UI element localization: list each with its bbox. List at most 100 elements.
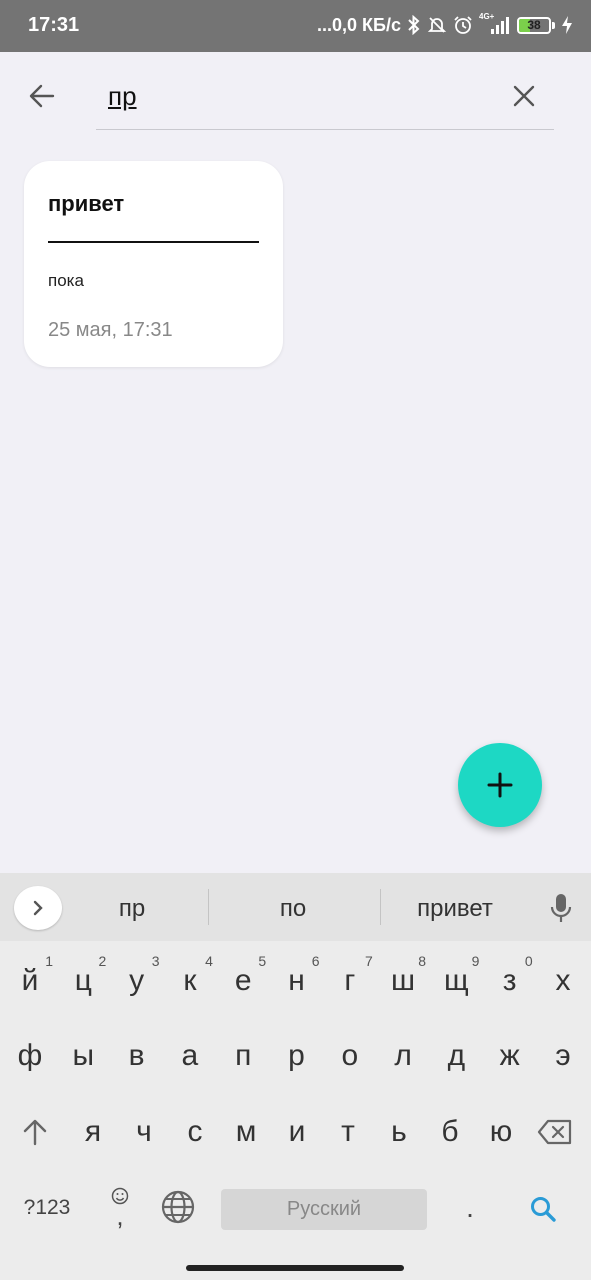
key-label: х bbox=[555, 964, 571, 997]
key-label: б bbox=[441, 1115, 459, 1148]
letter-key[interactable]: ф bbox=[5, 1024, 55, 1088]
search-input[interactable] bbox=[96, 74, 496, 118]
network-speed: ...0,0 КБ/с bbox=[317, 14, 401, 35]
letter-key[interactable]: щ9 bbox=[431, 949, 481, 1013]
key-label: о bbox=[341, 1039, 359, 1072]
letter-key[interactable]: г7 bbox=[325, 949, 375, 1013]
key-number-hint: 4 bbox=[205, 953, 213, 969]
letter-key[interactable]: о bbox=[325, 1024, 375, 1088]
status-time: 17:31 bbox=[28, 14, 80, 36]
note-divider bbox=[48, 241, 259, 243]
key-label: ц bbox=[74, 964, 92, 997]
shift-arrow-icon bbox=[23, 1119, 47, 1146]
period-key[interactable]: . bbox=[450, 1185, 490, 1231]
bell-off-icon bbox=[427, 14, 447, 36]
letter-key[interactable]: р bbox=[272, 1024, 322, 1088]
key-number-hint: 0 bbox=[524, 953, 533, 969]
arrow-left-icon bbox=[29, 84, 55, 108]
navigation-handle[interactable] bbox=[186, 1265, 404, 1271]
shift-key[interactable] bbox=[10, 1100, 60, 1164]
key-label: а bbox=[181, 1039, 199, 1072]
letter-key[interactable]: х bbox=[538, 949, 588, 1013]
backspace-icon bbox=[537, 1119, 572, 1145]
space-key[interactable]: Русский bbox=[221, 1189, 427, 1230]
symbols-key[interactable]: ?123 bbox=[14, 1186, 80, 1230]
status-bar: 17:31 ...0,0 КБ/с 4G+ 38 bbox=[0, 0, 591, 52]
add-note-button[interactable] bbox=[458, 743, 542, 827]
suggestion-1[interactable]: пр bbox=[92, 895, 172, 923]
suggestion-bar: пр по привет bbox=[0, 873, 591, 941]
key-label: з bbox=[502, 964, 517, 997]
globe-icon bbox=[161, 1190, 195, 1224]
chevron-right-icon bbox=[33, 900, 43, 916]
battery-icon: 38 bbox=[517, 16, 555, 34]
letter-key[interactable]: й1 bbox=[5, 949, 55, 1013]
letter-key[interactable]: к4 bbox=[165, 949, 215, 1013]
letter-key[interactable]: ш8 bbox=[378, 949, 428, 1013]
search-icon bbox=[531, 1197, 556, 1222]
backspace-key[interactable] bbox=[532, 1100, 578, 1164]
language-key[interactable] bbox=[158, 1187, 198, 1227]
letter-key[interactable]: а bbox=[165, 1024, 215, 1088]
key-number-hint: 3 bbox=[151, 953, 160, 969]
key-number-hint: 5 bbox=[258, 953, 267, 969]
letter-key[interactable]: д bbox=[431, 1024, 481, 1088]
emoji-comma-key[interactable]: , bbox=[98, 1181, 142, 1233]
letter-key[interactable]: и bbox=[272, 1100, 322, 1164]
back-button[interactable] bbox=[24, 78, 60, 114]
signal-label: 4G+ bbox=[479, 12, 495, 21]
letter-key[interactable]: ь bbox=[374, 1100, 424, 1164]
key-number-hint: 2 bbox=[98, 953, 107, 969]
comma-label: , bbox=[116, 1201, 124, 1231]
letter-key[interactable]: е5 bbox=[218, 949, 268, 1013]
key-label: в bbox=[128, 1039, 145, 1072]
letter-key[interactable]: с bbox=[170, 1100, 220, 1164]
letter-key[interactable]: ч bbox=[119, 1100, 169, 1164]
key-label: л bbox=[394, 1039, 412, 1072]
battery-level: 38 bbox=[527, 18, 541, 32]
plus-icon bbox=[487, 772, 513, 798]
letter-key[interactable]: э bbox=[538, 1024, 588, 1088]
key-label: с bbox=[187, 1115, 203, 1148]
letter-key[interactable]: л bbox=[378, 1024, 428, 1088]
letter-key[interactable]: в bbox=[112, 1024, 162, 1088]
key-label: м bbox=[235, 1115, 257, 1148]
letter-key[interactable]: ю bbox=[476, 1100, 526, 1164]
key-label: д bbox=[447, 1039, 466, 1072]
suggestion-separator bbox=[208, 889, 209, 925]
search-underline bbox=[96, 129, 554, 130]
letter-key[interactable]: т bbox=[323, 1100, 373, 1164]
letter-key[interactable]: з0 bbox=[485, 949, 535, 1013]
letter-key[interactable]: я bbox=[68, 1100, 118, 1164]
key-label: й bbox=[21, 964, 39, 997]
suggestion-3[interactable]: привет bbox=[395, 895, 515, 923]
key-label: р bbox=[288, 1039, 305, 1072]
key-label: н bbox=[288, 964, 305, 997]
note-title: привет bbox=[48, 191, 125, 216]
letter-key[interactable]: м bbox=[221, 1100, 271, 1164]
letter-key[interactable]: у3 bbox=[112, 949, 162, 1013]
key-number-hint: 7 bbox=[365, 953, 373, 969]
keyboard-expand-button[interactable] bbox=[14, 886, 62, 930]
key-label: у bbox=[129, 964, 145, 997]
letter-key[interactable]: ц2 bbox=[58, 949, 108, 1013]
key-label: г bbox=[344, 964, 356, 997]
key-label: и bbox=[288, 1115, 306, 1148]
alarm-icon bbox=[453, 14, 473, 36]
clear-search-button[interactable] bbox=[506, 78, 542, 114]
letter-key[interactable]: б bbox=[425, 1100, 475, 1164]
key-label: ы bbox=[72, 1039, 95, 1072]
letter-key[interactable]: п bbox=[218, 1024, 268, 1088]
key-label: я bbox=[84, 1115, 102, 1148]
search-key[interactable] bbox=[520, 1187, 566, 1231]
suggestion-2[interactable]: по bbox=[253, 895, 333, 923]
note-card[interactable]: привет пока 25 мая, 17:31 bbox=[24, 161, 283, 367]
letter-key[interactable]: н6 bbox=[272, 949, 322, 1013]
letter-key[interactable]: ж bbox=[485, 1024, 535, 1088]
key-label: ф bbox=[17, 1039, 43, 1072]
key-label: ю bbox=[489, 1115, 513, 1148]
key-number-hint: 8 bbox=[418, 953, 427, 969]
microphone-button[interactable] bbox=[544, 891, 578, 925]
key-number-hint: 1 bbox=[45, 953, 53, 969]
letter-key[interactable]: ы bbox=[58, 1024, 108, 1088]
